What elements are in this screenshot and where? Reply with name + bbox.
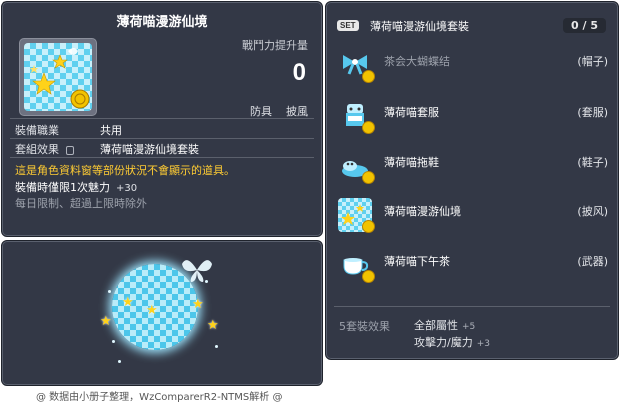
type-armor-label: 防具 — [250, 105, 272, 118]
set-item-name: 薄荷喵下午茶 — [384, 255, 450, 268]
divider — [10, 118, 314, 119]
coin-icon — [362, 270, 375, 283]
sparkle-icon — [108, 290, 111, 293]
combat-power-value: 0 — [292, 59, 306, 86]
item-title: 薄荷喵漫游仙境 — [116, 15, 208, 30]
set-effect-value: 薄荷喵漫游仙境套裝 — [100, 143, 199, 156]
set-effect-line: 攻擊力/魔力 +3 — [414, 336, 490, 349]
divider — [10, 138, 314, 139]
set-item-slot: (帽子) — [577, 55, 608, 68]
set-item-weapon[interactable]: 薄荷喵下午茶 (武器) — [338, 248, 608, 283]
set-badge: SET — [337, 20, 359, 31]
credit-text: @ 数据由小册子整理，WzComparerR2-NTMS解析 @ — [36, 392, 283, 403]
limit-text: 每日限制、超過上限時除外 — [15, 197, 147, 210]
sparkle-icon — [112, 340, 115, 343]
set-item-name: 茶会大蝴蝶结 — [384, 55, 450, 68]
job-label: 裝備職業 — [15, 124, 59, 137]
item-icon-frame — [19, 38, 97, 116]
butterfly-icon — [182, 260, 212, 282]
star-icon: ★ — [122, 295, 134, 310]
cape-icon — [24, 43, 92, 111]
equip-type-row: 防具 披風 — [250, 103, 308, 119]
coin-icon — [362, 121, 375, 134]
coin-icon — [362, 220, 375, 233]
set-item-hat[interactable]: 茶会大蝴蝶结 (帽子) — [338, 48, 608, 83]
set-item-shoes[interactable]: 薄荷喵拖鞋 (鞋子) — [338, 149, 608, 184]
set-item-slot: (武器) — [577, 255, 608, 268]
coin-icon — [362, 70, 375, 83]
charm-text: 裝備時僅限1次魅力 — [15, 181, 110, 194]
charm-value: +30 — [116, 183, 138, 194]
sparkle-icon — [205, 280, 208, 283]
set-effect-count-label: 5套裝效果 — [339, 320, 390, 333]
divider — [10, 157, 314, 158]
set-item-slot: (套服) — [577, 106, 608, 119]
warning-text: 這是角色資料窗等部份狀況不會顯示的道具。 — [15, 164, 235, 177]
type-cape-label: 披風 — [286, 105, 308, 118]
set-effect-label: 套組效果 — [15, 141, 74, 157]
set-item-cape[interactable]: 薄荷喵漫游仙境 (披风) — [338, 198, 608, 233]
star-icon: ★ — [207, 318, 219, 333]
sparkle-icon — [118, 360, 121, 363]
set-item-name: 薄荷喵拖鞋 — [384, 156, 439, 169]
charm-line: 裝備時僅限1次魅力 +30 — [15, 179, 137, 195]
star-icon: ★ — [146, 303, 158, 318]
set-effect-list: 全部屬性 +5 攻擊力/魔力 +3 — [414, 318, 490, 352]
set-item-slot: (鞋子) — [577, 156, 608, 169]
combat-power-label: 戰鬥力提升量 — [242, 39, 308, 52]
job-value: 共用 — [100, 124, 122, 137]
divider — [334, 306, 610, 307]
set-item-name: 薄荷喵套服 — [384, 106, 439, 119]
set-item-slot: (披风) — [577, 205, 608, 218]
sparkle-icon — [215, 345, 218, 348]
lock-icon — [65, 145, 74, 155]
star-icon: ★ — [192, 297, 204, 312]
star-icon: ★ — [100, 314, 112, 329]
set-name: 薄荷喵漫游仙境套裝 — [370, 20, 469, 33]
set-effect-line: 全部屬性 +5 — [414, 319, 476, 332]
set-item-outfit[interactable]: 薄荷喵套服 (套服) — [338, 99, 608, 134]
item-tooltip-panel: 薄荷喵漫游仙境 戰鬥力提升量 0 防具 披風 裝備職業 共用 套組效果 薄荷喵漫… — [1, 1, 323, 237]
set-info-panel: SET 薄荷喵漫游仙境套裝 0 / 5 茶会大蝴蝶结 (帽子) 薄荷喵套服 (套… — [325, 1, 619, 360]
coin-icon — [362, 171, 375, 184]
set-count-badge: 0 / 5 — [563, 18, 606, 33]
set-item-name: 薄荷喵漫游仙境 — [384, 205, 461, 218]
